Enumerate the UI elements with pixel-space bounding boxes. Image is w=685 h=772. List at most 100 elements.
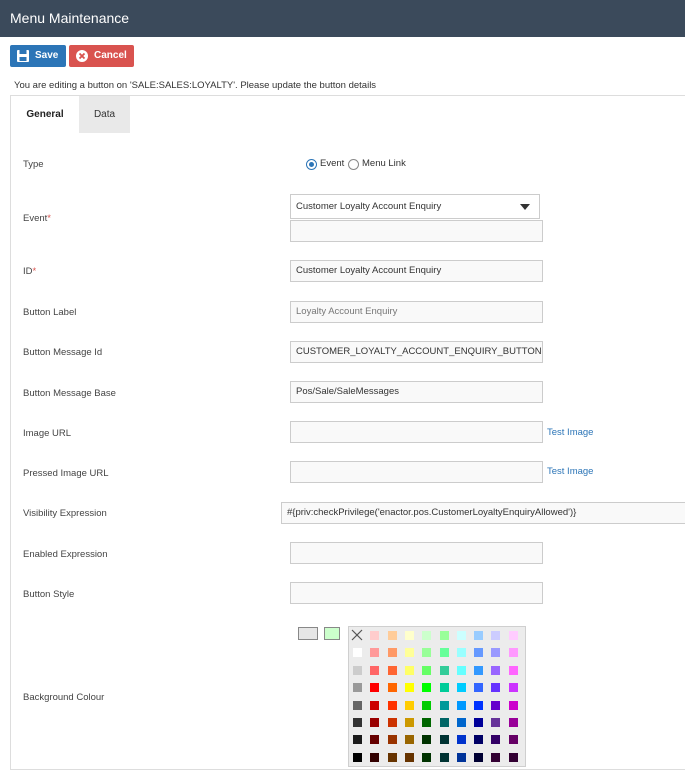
test-image-link[interactable]: Test Image (547, 427, 593, 438)
colour-cell[interactable] (508, 665, 518, 675)
colour-cell[interactable] (439, 683, 449, 693)
event-secondary-input[interactable] (290, 220, 543, 242)
colour-cell[interactable] (422, 700, 432, 710)
colour-cell[interactable] (474, 631, 484, 640)
colour-cell[interactable] (439, 648, 449, 658)
test-pressed-image-link[interactable]: Test Image (547, 466, 593, 477)
colour-cell[interactable] (491, 665, 501, 675)
colour-cell[interactable] (439, 665, 449, 675)
colour-cell[interactable] (508, 718, 518, 727)
colour-cell[interactable] (439, 700, 449, 710)
colour-cell[interactable] (474, 665, 484, 675)
colour-cell[interactable] (491, 718, 501, 727)
colour-cell[interactable] (508, 752, 518, 762)
colour-cell[interactable] (439, 735, 449, 745)
colour-cell[interactable] (353, 648, 362, 658)
colour-cell[interactable] (370, 700, 380, 710)
colour-cell[interactable] (370, 631, 380, 640)
colour-cell[interactable] (474, 700, 484, 710)
colour-cell[interactable] (404, 735, 414, 745)
colour-cell[interactable] (422, 648, 432, 658)
colour-cell[interactable] (456, 648, 466, 658)
colour-cell[interactable] (404, 648, 414, 658)
colour-cell[interactable] (474, 752, 484, 762)
type-radio-menu-link[interactable] (348, 159, 359, 170)
colour-cell[interactable] (491, 648, 501, 658)
colour-cell[interactable] (370, 648, 380, 658)
visibility-expression-input[interactable]: #{priv:checkPrivilege('enactor.pos.Custo… (281, 502, 685, 524)
colour-cell[interactable] (439, 752, 449, 762)
button-label-input[interactable]: Loyalty Account Enquiry (290, 301, 543, 323)
colour-cell[interactable] (370, 683, 380, 693)
colour-cell[interactable] (491, 735, 501, 745)
colour-cell[interactable] (456, 752, 466, 762)
colour-cell[interactable] (387, 718, 397, 727)
enabled-expression-input[interactable] (290, 542, 543, 564)
save-button[interactable]: Save (10, 45, 66, 67)
colour-cell[interactable] (422, 683, 432, 693)
colour-cell[interactable] (508, 648, 518, 658)
button-message-id-input[interactable]: CUSTOMER_LOYALTY_ACCOUNT_ENQUIRY_BUTTON (290, 341, 543, 363)
colour-cell[interactable] (404, 665, 414, 675)
colour-cell[interactable] (456, 683, 466, 693)
cancel-button[interactable]: Cancel (69, 45, 134, 67)
colour-cell[interactable] (439, 631, 449, 640)
tab-general[interactable]: General (11, 96, 79, 133)
colour-cell[interactable] (404, 631, 414, 640)
colour-cell[interactable] (370, 665, 380, 675)
colour-cell[interactable] (404, 718, 414, 727)
selected-colour-swatch[interactable] (324, 627, 340, 640)
colour-cell[interactable] (387, 700, 397, 710)
colour-cell[interactable] (353, 735, 362, 745)
colour-cell[interactable] (508, 683, 518, 693)
colour-cell[interactable] (474, 718, 484, 727)
colour-cell[interactable] (387, 683, 397, 693)
colour-cell[interactable] (474, 683, 484, 693)
x-icon[interactable] (350, 628, 364, 642)
colour-cell[interactable] (370, 752, 380, 762)
tab-data[interactable]: Data (79, 96, 130, 133)
button-style-input[interactable] (290, 582, 543, 604)
colour-cell[interactable] (353, 665, 362, 675)
colour-cell[interactable] (508, 700, 518, 710)
colour-cell[interactable] (491, 752, 501, 762)
colour-cell[interactable] (491, 631, 501, 640)
colour-cell[interactable] (456, 718, 466, 727)
colour-cell[interactable] (491, 683, 501, 693)
colour-cell[interactable] (456, 665, 466, 675)
colour-cell[interactable] (422, 752, 432, 762)
colour-cell[interactable] (422, 665, 432, 675)
button-message-base-input[interactable]: Pos/Sale/SaleMessages (290, 381, 543, 403)
colour-cell[interactable] (456, 735, 466, 745)
colour-cell[interactable] (404, 700, 414, 710)
colour-cell[interactable] (353, 683, 362, 693)
colour-cell[interactable] (422, 718, 432, 727)
colour-cell[interactable] (422, 735, 432, 745)
colour-cell[interactable] (353, 700, 362, 710)
colour-cell[interactable] (387, 735, 397, 745)
current-colour-swatch[interactable] (298, 627, 318, 640)
colour-cell[interactable] (508, 735, 518, 745)
colour-cell[interactable] (404, 752, 414, 762)
image-url-input[interactable] (290, 421, 543, 443)
colour-cell[interactable] (474, 735, 484, 745)
colour-cell[interactable] (456, 631, 466, 640)
colour-cell[interactable] (370, 735, 380, 745)
colour-cell[interactable] (353, 718, 362, 727)
colour-cell[interactable] (370, 718, 380, 727)
colour-cell[interactable] (387, 752, 397, 762)
colour-cell[interactable] (474, 648, 484, 658)
colour-cell[interactable] (353, 752, 362, 762)
colour-cell[interactable] (387, 648, 397, 658)
event-select[interactable]: Customer Loyalty Account Enquiry (290, 194, 540, 219)
colour-cell[interactable] (387, 631, 397, 640)
pressed-image-url-input[interactable] (290, 461, 543, 483)
colour-cell[interactable] (456, 700, 466, 710)
colour-cell[interactable] (422, 631, 432, 640)
colour-cell[interactable] (508, 631, 518, 640)
type-radio-event[interactable] (306, 159, 317, 170)
colour-cell[interactable] (439, 718, 449, 727)
colour-cell[interactable] (387, 665, 397, 675)
id-input[interactable]: Customer Loyalty Account Enquiry (290, 260, 543, 282)
colour-cell[interactable] (491, 700, 501, 710)
